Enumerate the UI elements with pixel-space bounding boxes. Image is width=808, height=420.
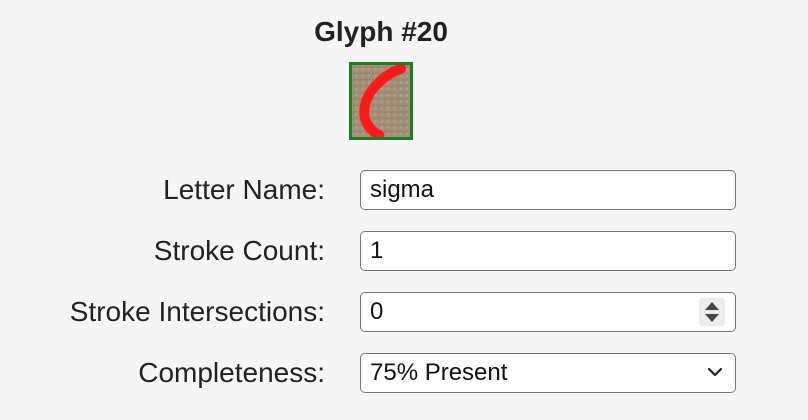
glyph-thumbnail xyxy=(349,62,413,140)
chevron-down-icon xyxy=(707,367,723,377)
stepper-up-arrow-icon[interactable] xyxy=(705,302,719,310)
letter-name-input[interactable] xyxy=(360,170,736,210)
completeness-select[interactable]: 75% Present xyxy=(360,353,736,393)
stroke-intersections-row: Stroke Intersections: 0 xyxy=(0,291,808,333)
letter-name-label: Letter Name: xyxy=(163,174,325,205)
stroke-count-row: Stroke Count: xyxy=(0,230,808,272)
glyph-title: Glyph #20 xyxy=(314,16,448,47)
completeness-selected-value: 75% Present xyxy=(370,359,508,386)
stroke-count-label: Stroke Count: xyxy=(153,235,325,266)
stroke-intersections-value: 0 xyxy=(370,298,384,325)
stepper-down-arrow-icon[interactable] xyxy=(705,314,719,322)
letter-name-row: Letter Name: xyxy=(0,169,808,211)
stroke-count-input[interactable] xyxy=(360,231,736,271)
stroke-intersections-number-input[interactable]: 0 xyxy=(360,292,736,332)
glyph-stroke-thumbnail-icon xyxy=(352,65,410,137)
stroke-intersections-label: Stroke Intersections: xyxy=(69,296,325,327)
completeness-label: Completeness: xyxy=(138,357,325,388)
completeness-row: Completeness: 75% Present xyxy=(0,352,808,394)
number-stepper[interactable] xyxy=(699,298,725,326)
